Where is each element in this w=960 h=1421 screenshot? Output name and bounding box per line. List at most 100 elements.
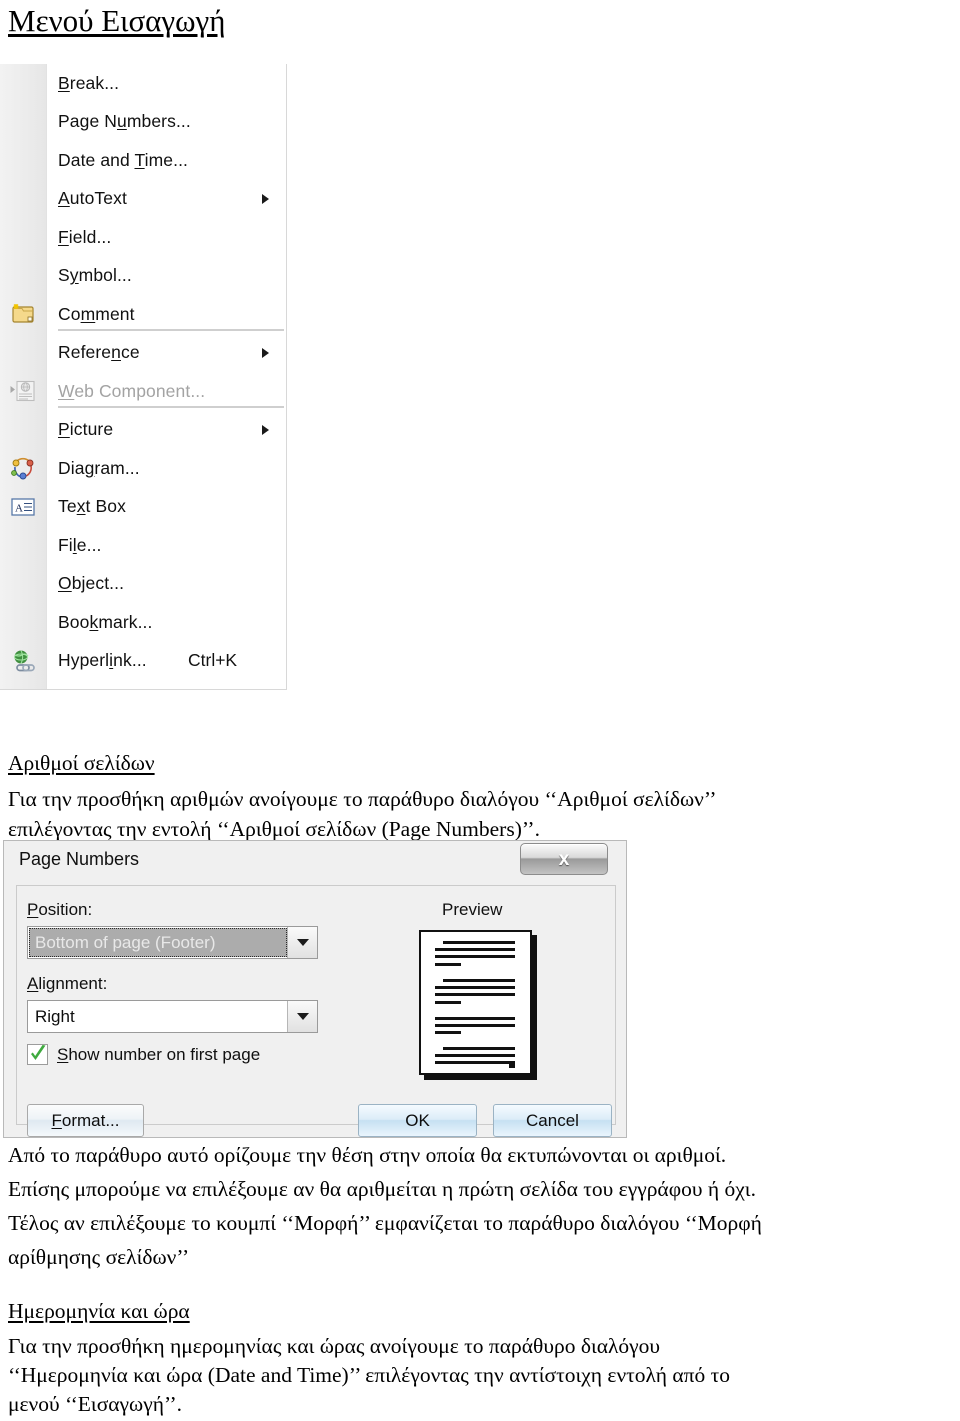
- chevron-down-icon: [296, 939, 309, 946]
- menu-item-text: Date and Time...: [58, 149, 189, 170]
- alignment-value: Right: [35, 1006, 75, 1026]
- page-title: Μενού Εισαγωγή: [8, 3, 226, 38]
- menu-item-label: AutoText: [58, 188, 127, 209]
- cancel-button[interactable]: Cancel: [493, 1104, 612, 1137]
- diagram-icon: [11, 458, 34, 480]
- menu-item-diagram[interactable]: Diagram...: [0, 449, 286, 488]
- menu-item-text: Text Box: [58, 496, 126, 517]
- menu-item-label: File...: [58, 535, 102, 556]
- position-dropdown-button[interactable]: [287, 927, 317, 958]
- paragraph-page-numbers-intro-line1: Για την προσθήκη αριθμών ανοίγουμε το πα…: [8, 787, 717, 811]
- alignment-dropdown-button[interactable]: [287, 1001, 317, 1032]
- menu-item-text: Field...: [58, 226, 112, 247]
- comment-icon: [12, 304, 34, 323]
- web-component-icon: [10, 381, 35, 402]
- menu-item-text: Symbol...: [58, 265, 132, 286]
- heading-page-numbers: Αριθμοί σελίδων: [8, 751, 155, 775]
- close-icon: x: [558, 848, 570, 870]
- position-value: Bottom of page (Footer): [35, 932, 216, 952]
- menu-item-label: Picture: [58, 419, 113, 440]
- menu-item-label: Diagram...: [58, 458, 140, 479]
- checkbox-label-rest: how number on first page: [68, 1044, 261, 1064]
- menu-item-text: Object...: [58, 573, 125, 594]
- position-label-rest: osition:: [38, 900, 93, 919]
- alignment-label: Alignment:: [27, 974, 107, 994]
- menu-item-text: Reference: [58, 342, 140, 363]
- paragraph-after-dialog-line1: Από το παράθυρο αυτό ορίζουμε την θέση σ…: [8, 1143, 727, 1167]
- menu-item-label: Symbol...: [58, 265, 132, 286]
- alignment-label-accel: A: [27, 974, 39, 993]
- menu-item-autotext[interactable]: AutoText: [0, 180, 286, 219]
- menu-item-text: Picture: [58, 419, 114, 440]
- menu-item-file[interactable]: File...: [0, 526, 286, 565]
- alignment-combobox[interactable]: Right: [27, 1000, 318, 1033]
- menu-item-field[interactable]: Field...: [0, 218, 286, 257]
- dialog-group-box: Position: Bottom of page (Footer) Alignm…: [16, 885, 616, 1137]
- menu-item-text-box[interactable]: A Text Box: [0, 488, 286, 527]
- menu-item-reference[interactable]: Reference: [0, 334, 286, 373]
- text-box-icon: A: [11, 498, 35, 516]
- menu-item-text: Hyperlink...: [58, 650, 147, 671]
- menu-item-label: Text Box: [58, 496, 126, 517]
- dialog-title: Page Numbers: [19, 849, 140, 869]
- menu-item-bookmark[interactable]: Bookmark...: [0, 603, 286, 642]
- menu-item-icon: [8, 300, 38, 328]
- menu-item-label: Object...: [58, 573, 124, 594]
- position-label-accel: P: [27, 900, 39, 919]
- menu-item-hyperlink[interactable]: Hyperlink... Ctrl+K: [0, 642, 286, 681]
- menu-separator: [58, 405, 284, 408]
- alignment-label-rest: lignment:: [38, 974, 108, 993]
- menu-item-shortcut: Ctrl+K: [188, 650, 238, 671]
- heading-date-time: Ημερομηνία και ώρα: [8, 1299, 190, 1323]
- check-icon: [31, 1045, 46, 1060]
- chevron-down-icon: [296, 1013, 309, 1020]
- insert-menu[interactable]: Break... Page Numbers... Date and Time... A…: [0, 64, 287, 690]
- preview-label: Preview: [442, 900, 503, 919]
- menu-item-label: Field...: [58, 227, 111, 248]
- checkbox-label-accel: S: [57, 1044, 69, 1064]
- position-label: Position:: [27, 900, 92, 920]
- menu-item-label: Break...: [58, 73, 119, 94]
- menu-item-text: AutoText: [58, 188, 127, 209]
- ok-button[interactable]: OK: [358, 1104, 477, 1137]
- ok-button-label: OK: [405, 1110, 430, 1130]
- checkbox-box[interactable]: [27, 1044, 48, 1065]
- hyperlink-icon: [14, 650, 35, 672]
- menu-item-text: Break...: [58, 72, 120, 93]
- format-button[interactable]: Format...: [27, 1104, 144, 1137]
- menu-item-icon: A: [8, 493, 38, 521]
- menu-item-text: Bookmark...: [58, 611, 153, 632]
- paragraph-after-dialog-line3: Τέλος αν επιλέξουμε το κουμπί ‘‘Μορφή’’ …: [8, 1211, 762, 1235]
- menu-item-label: Bookmark...: [58, 612, 153, 633]
- menu-item-break[interactable]: Break...: [0, 64, 286, 103]
- cancel-button-label: Cancel: [526, 1110, 579, 1130]
- menu-item-label: Hyperlink...: [58, 650, 147, 671]
- menu-item-page-numbers[interactable]: Page Numbers...: [0, 103, 286, 142]
- menu-item-label: Reference: [58, 342, 140, 363]
- page-numbers-dialog[interactable]: Page Numbers x Position: Bottom of page …: [3, 840, 627, 1138]
- menu-item-object[interactable]: Object...: [0, 565, 286, 604]
- show-number-first-page-checkbox[interactable]: Show number on first page: [27, 1044, 260, 1065]
- menu-item-picture[interactable]: Picture: [0, 411, 286, 450]
- menu-item-text: Web Component...: [58, 380, 206, 401]
- menu-item-label: Web Component...: [58, 381, 205, 402]
- paragraph-date-time-line3: μενού ‘‘Εισαγωγή’’.: [8, 1392, 183, 1416]
- submenu-arrow-icon: [262, 193, 269, 204]
- menu-item-symbol[interactable]: Symbol...: [0, 257, 286, 296]
- menu-item-label: Date and Time...: [58, 150, 188, 171]
- preview-page: [419, 930, 532, 1075]
- menu-item-label: Comment: [58, 304, 135, 325]
- close-button[interactable]: x: [520, 843, 608, 875]
- position-combobox[interactable]: Bottom of page (Footer): [27, 926, 318, 959]
- menu-item-text: File...: [58, 534, 102, 555]
- menu-item-icon: [8, 377, 38, 405]
- format-button-label: Format...: [51, 1110, 120, 1130]
- preview-page-number-marker: [509, 1061, 515, 1068]
- menu-item-icon: [8, 454, 38, 482]
- menu-item-label: Page Numbers...: [58, 111, 191, 132]
- submenu-arrow-icon: [262, 347, 269, 358]
- checkbox-label: Show number on first page: [57, 1045, 260, 1065]
- submenu-arrow-icon: [262, 424, 269, 435]
- menu-item-date-and-time[interactable]: Date and Time...: [0, 141, 286, 180]
- menu-item-icon: [8, 647, 38, 675]
